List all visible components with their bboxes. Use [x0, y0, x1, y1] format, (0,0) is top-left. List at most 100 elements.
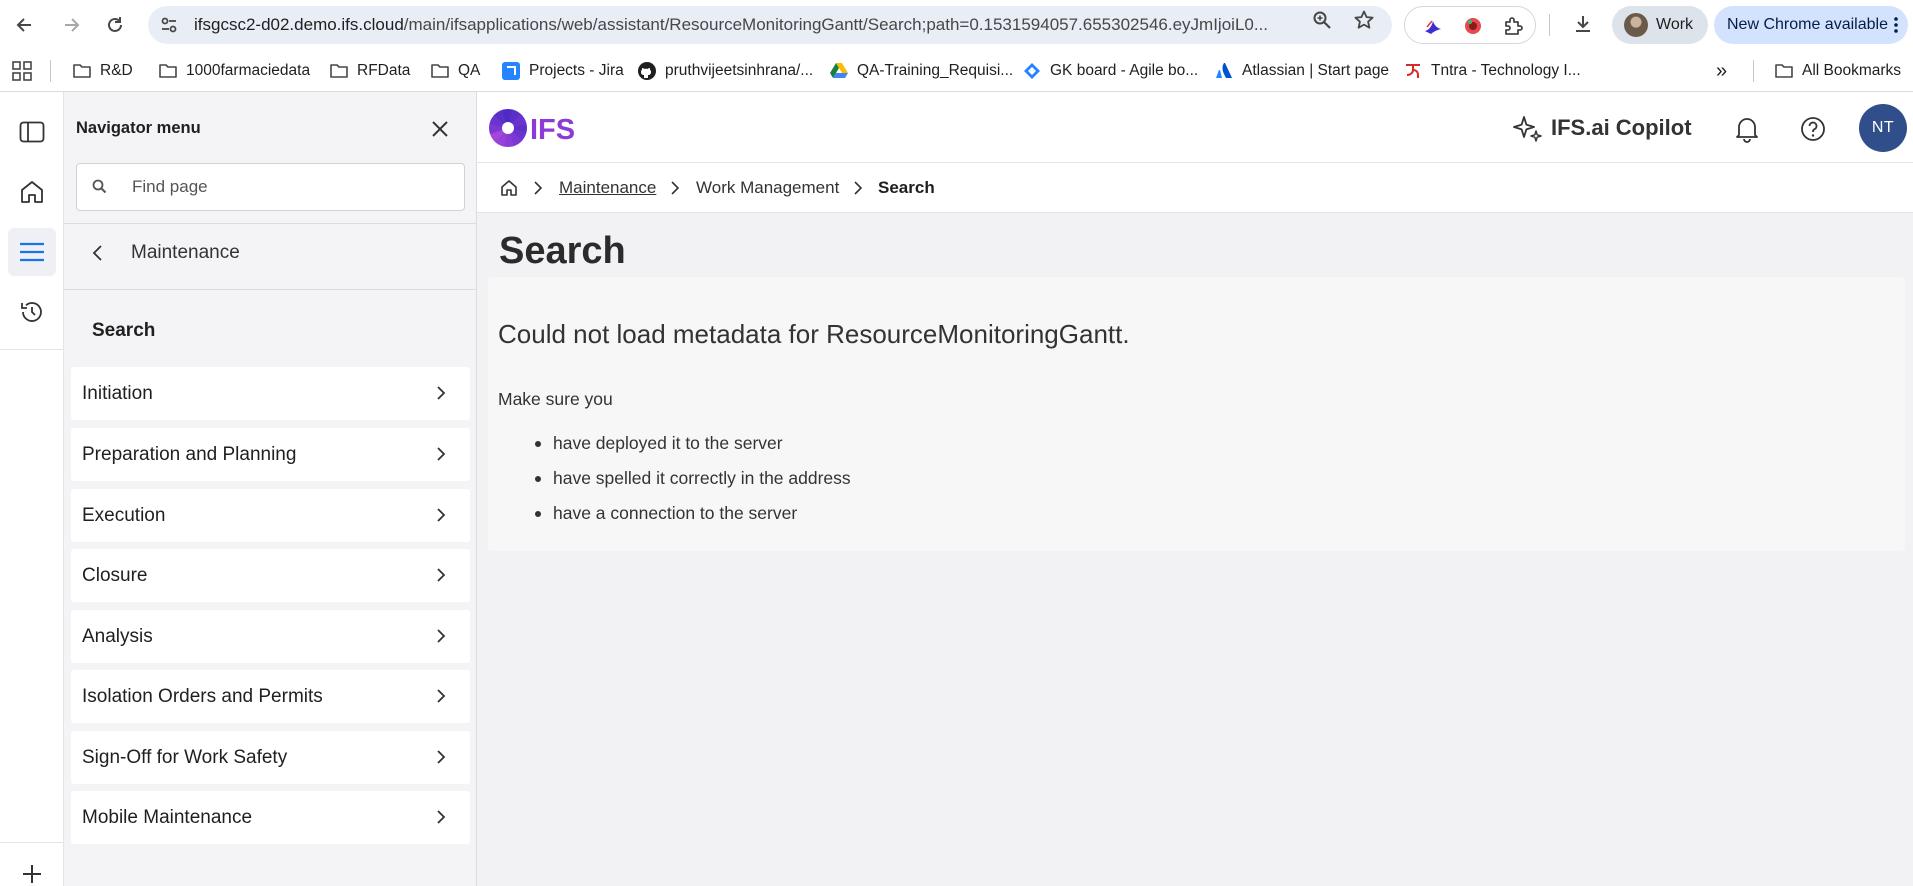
- breadcrumb-search: Search: [878, 178, 935, 197]
- navigator-item-initiation[interactable]: Initiation: [71, 367, 470, 420]
- copilot-button[interactable]: IFS.ai Copilot: [1513, 112, 1692, 144]
- navigator-divider: [64, 223, 477, 224]
- history-icon: [21, 302, 42, 322]
- navigator-item-analysis[interactable]: Analysis: [71, 610, 470, 663]
- bookmark-link[interactable]: Tntra - Technology I...: [1403, 50, 1581, 92]
- bookmark-label: QA: [458, 62, 481, 79]
- navigator-item-sign-off-for-work-safety[interactable]: Sign-Off for Work Safety: [71, 731, 470, 784]
- bookmark-link[interactable]: QA-Training_Requisi...: [829, 50, 1013, 92]
- navigator-item-label: Closure: [82, 565, 148, 586]
- add-button[interactable]: [8, 850, 56, 886]
- forward-button[interactable]: [55, 9, 87, 41]
- extension-flower-icon[interactable]: [1461, 14, 1485, 38]
- bookmark-folder[interactable]: RFData: [329, 50, 410, 92]
- find-page-search[interactable]: [76, 163, 465, 211]
- home-icon: [21, 181, 43, 203]
- github-icon: [637, 61, 657, 81]
- navigator-item-label: Execution: [82, 505, 166, 526]
- downloads-icon[interactable]: [1571, 12, 1595, 36]
- history-button[interactable]: [8, 288, 56, 336]
- main-content: IFS IFS.ai Copilot NT Maintenance Work M…: [477, 92, 1913, 886]
- rail-divider: [0, 842, 64, 843]
- bookmark-star-icon[interactable]: [1352, 8, 1376, 32]
- profile-button[interactable]: Work: [1612, 6, 1708, 44]
- folder-icon: [430, 61, 450, 81]
- user-avatar[interactable]: NT: [1859, 104, 1907, 152]
- error-checklist: have deployed it to the server have spel…: [535, 432, 851, 537]
- navigator-menu-button[interactable]: [8, 228, 56, 276]
- find-page-input[interactable]: [132, 164, 452, 210]
- navigator-header: Navigator menu: [64, 92, 477, 158]
- navigator-item-closure[interactable]: Closure: [71, 549, 470, 602]
- error-checklist-item: have a connection to the server: [535, 502, 851, 537]
- breadcrumb-home-icon[interactable]: [500, 179, 518, 197]
- navigator-item-execution[interactable]: Execution: [71, 489, 470, 542]
- navigator-item-label: Preparation and Planning: [82, 444, 297, 465]
- help-icon: [1801, 117, 1825, 141]
- extensions-group: [1404, 6, 1536, 44]
- navigator-menu: Navigator menu Maintenance Search Initia…: [64, 92, 477, 886]
- address-bar[interactable]: ifsgcsc2-d02.demo.ifs.cloud/main/ifsappl…: [148, 6, 1392, 44]
- copilot-label: IFS.ai Copilot: [1551, 115, 1692, 140]
- bookmarks-overflow-button[interactable]: »: [1716, 50, 1727, 92]
- zoom-icon[interactable]: [1310, 8, 1334, 32]
- navigator-title: Navigator menu: [76, 119, 201, 137]
- breadcrumb-maintenance[interactable]: Maintenance: [559, 163, 656, 213]
- profile-label: Work: [1656, 16, 1694, 33]
- apps-grid-icon[interactable]: [12, 61, 32, 81]
- error-instructions: Make sure you: [498, 389, 613, 409]
- folder-icon: [1774, 61, 1794, 81]
- arrow-right-icon: [65, 18, 80, 32]
- bookmark-label: 1000farmaciedata: [186, 62, 311, 79]
- folder-icon: [72, 61, 92, 81]
- extension-bird-icon[interactable]: [1421, 14, 1445, 38]
- url-path: /main/ifsapplications/web/assistant/Reso…: [403, 15, 1269, 34]
- chevron-right-icon: [534, 181, 543, 195]
- navigator-item-mobile-maintenance[interactable]: Mobile Maintenance: [71, 791, 470, 844]
- back-button[interactable]: [9, 9, 41, 41]
- chevron-right-icon: [854, 181, 863, 195]
- ifs-logo[interactable]: IFS: [488, 106, 588, 150]
- bookmark-link[interactable]: Projects - Jira: [501, 50, 624, 92]
- bookmark-link[interactable]: pruthvijeetsinhrana/...: [637, 50, 813, 92]
- search-icon: [92, 179, 107, 194]
- toggle-sidebar-button[interactable]: [8, 108, 56, 156]
- navigator-section-title[interactable]: Search: [92, 320, 155, 342]
- help-button[interactable]: [1799, 115, 1827, 143]
- chevron-left-icon: [92, 245, 102, 261]
- jira-icon: [501, 61, 521, 81]
- drive-icon: [829, 61, 849, 81]
- bookmark-label: pruthvijeetsinhrana/...: [665, 62, 814, 79]
- bookmark-link[interactable]: GK board - Agile bo...: [1022, 50, 1198, 92]
- atlassian-icon: [1214, 61, 1234, 81]
- navigator-item-isolation-orders-and-permits[interactable]: Isolation Orders and Permits: [71, 670, 470, 723]
- error-checklist-item: have deployed it to the server: [535, 432, 851, 467]
- bookmark-label: Atlassian | Start page: [1242, 62, 1390, 79]
- bookmark-folder[interactable]: R&D: [72, 50, 133, 92]
- jira-diamond-icon: [1022, 61, 1042, 81]
- notifications-button[interactable]: [1733, 115, 1761, 143]
- overflow-label: »: [1716, 59, 1728, 82]
- bookmark-label: QA-Training_Requisi...: [857, 62, 1014, 79]
- site-info-icon[interactable]: [158, 14, 180, 36]
- navigator-back-button[interactable]: Maintenance: [64, 225, 477, 281]
- chevron-right-icon: [671, 181, 680, 195]
- tntra-icon: [1403, 61, 1423, 81]
- close-icon: [432, 121, 448, 137]
- home-button[interactable]: [8, 168, 56, 216]
- navigator-item-label: Analysis: [82, 626, 153, 647]
- reload-button[interactable]: [99, 9, 131, 41]
- breadcrumb-work-management[interactable]: Work Management: [696, 163, 839, 213]
- bookmark-folder[interactable]: QA: [430, 50, 480, 92]
- reload-icon: [108, 17, 122, 32]
- bookmark-folder[interactable]: 1000farmaciedata: [158, 50, 310, 92]
- navigator-item-preparation-and-planning[interactable]: Preparation and Planning: [71, 428, 470, 481]
- close-navigator-button[interactable]: [426, 115, 454, 143]
- all-bookmarks-button[interactable]: All Bookmarks: [1774, 50, 1901, 92]
- chrome-update-button[interactable]: New Chrome available: [1714, 6, 1908, 44]
- bookmark-link[interactable]: Atlassian | Start page: [1214, 50, 1389, 92]
- app-header: IFS IFS.ai Copilot NT: [477, 92, 1913, 163]
- url-host: ifsgcsc2-d02.demo.ifs.cloud: [194, 15, 404, 34]
- extensions-puzzle-icon[interactable]: [1501, 14, 1525, 38]
- error-message-card: Could not load metadata for ResourceMoni…: [488, 277, 1905, 551]
